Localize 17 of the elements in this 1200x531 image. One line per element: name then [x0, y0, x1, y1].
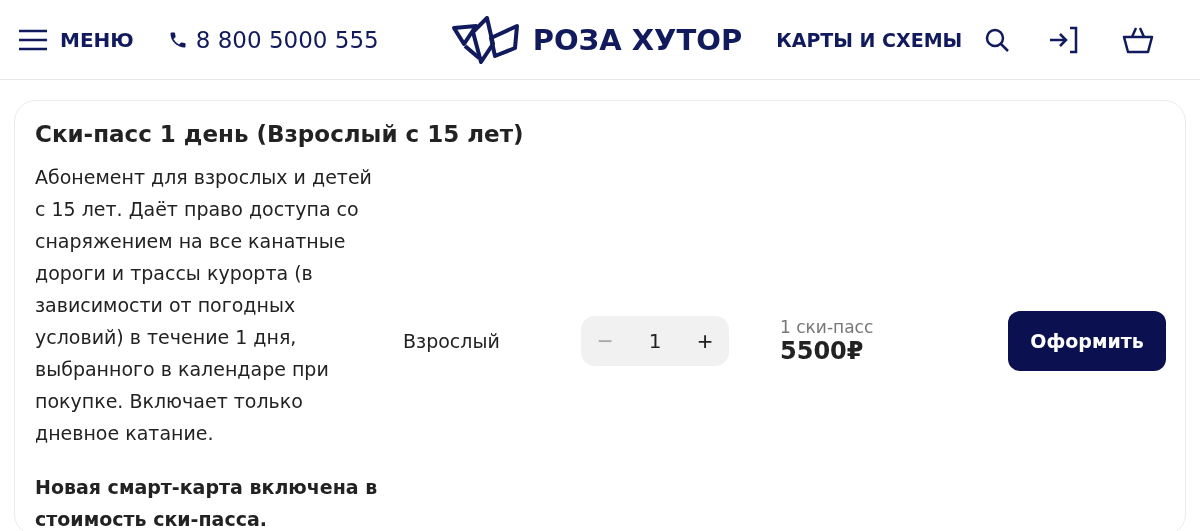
price-caption: 1 ски-пасс	[780, 317, 875, 337]
quantity-value: 1	[648, 329, 662, 353]
search-icon[interactable]	[984, 26, 1011, 53]
checkout-button[interactable]: Оформить	[1008, 311, 1166, 371]
increment-button[interactable]: +	[693, 325, 717, 357]
menu-button[interactable]: МЕНЮ	[18, 27, 134, 52]
product-note: Новая смарт-карта включена в стоимость ски-пасса.	[35, 475, 379, 531]
price: 5500₽	[780, 337, 865, 365]
phone-link[interactable]: 8 800 5000 555	[167, 26, 379, 53]
product-description: Абонемент для взрослых и детей с 15 лет. Даёт право доступа со снаряжением на все канатные дороги и трассы курорта (в зависимости от погодных условий) в течение 1 дня, выбранного в календаре при покупке. Включает только дневное катание.	[35, 165, 373, 446]
product-title: Ски-пасс 1 день (Взрослый с 15 лет)	[35, 121, 525, 147]
nav-link[interactable]: КАРТЫ И СХЕМЫ	[776, 28, 963, 51]
ticket-category: Взрослый	[403, 330, 501, 352]
basket-icon[interactable]	[1122, 25, 1155, 54]
menu-icon	[18, 28, 48, 51]
logo-icon	[450, 15, 521, 64]
logo[interactable]: РОЗА ХУТОР	[450, 15, 743, 64]
